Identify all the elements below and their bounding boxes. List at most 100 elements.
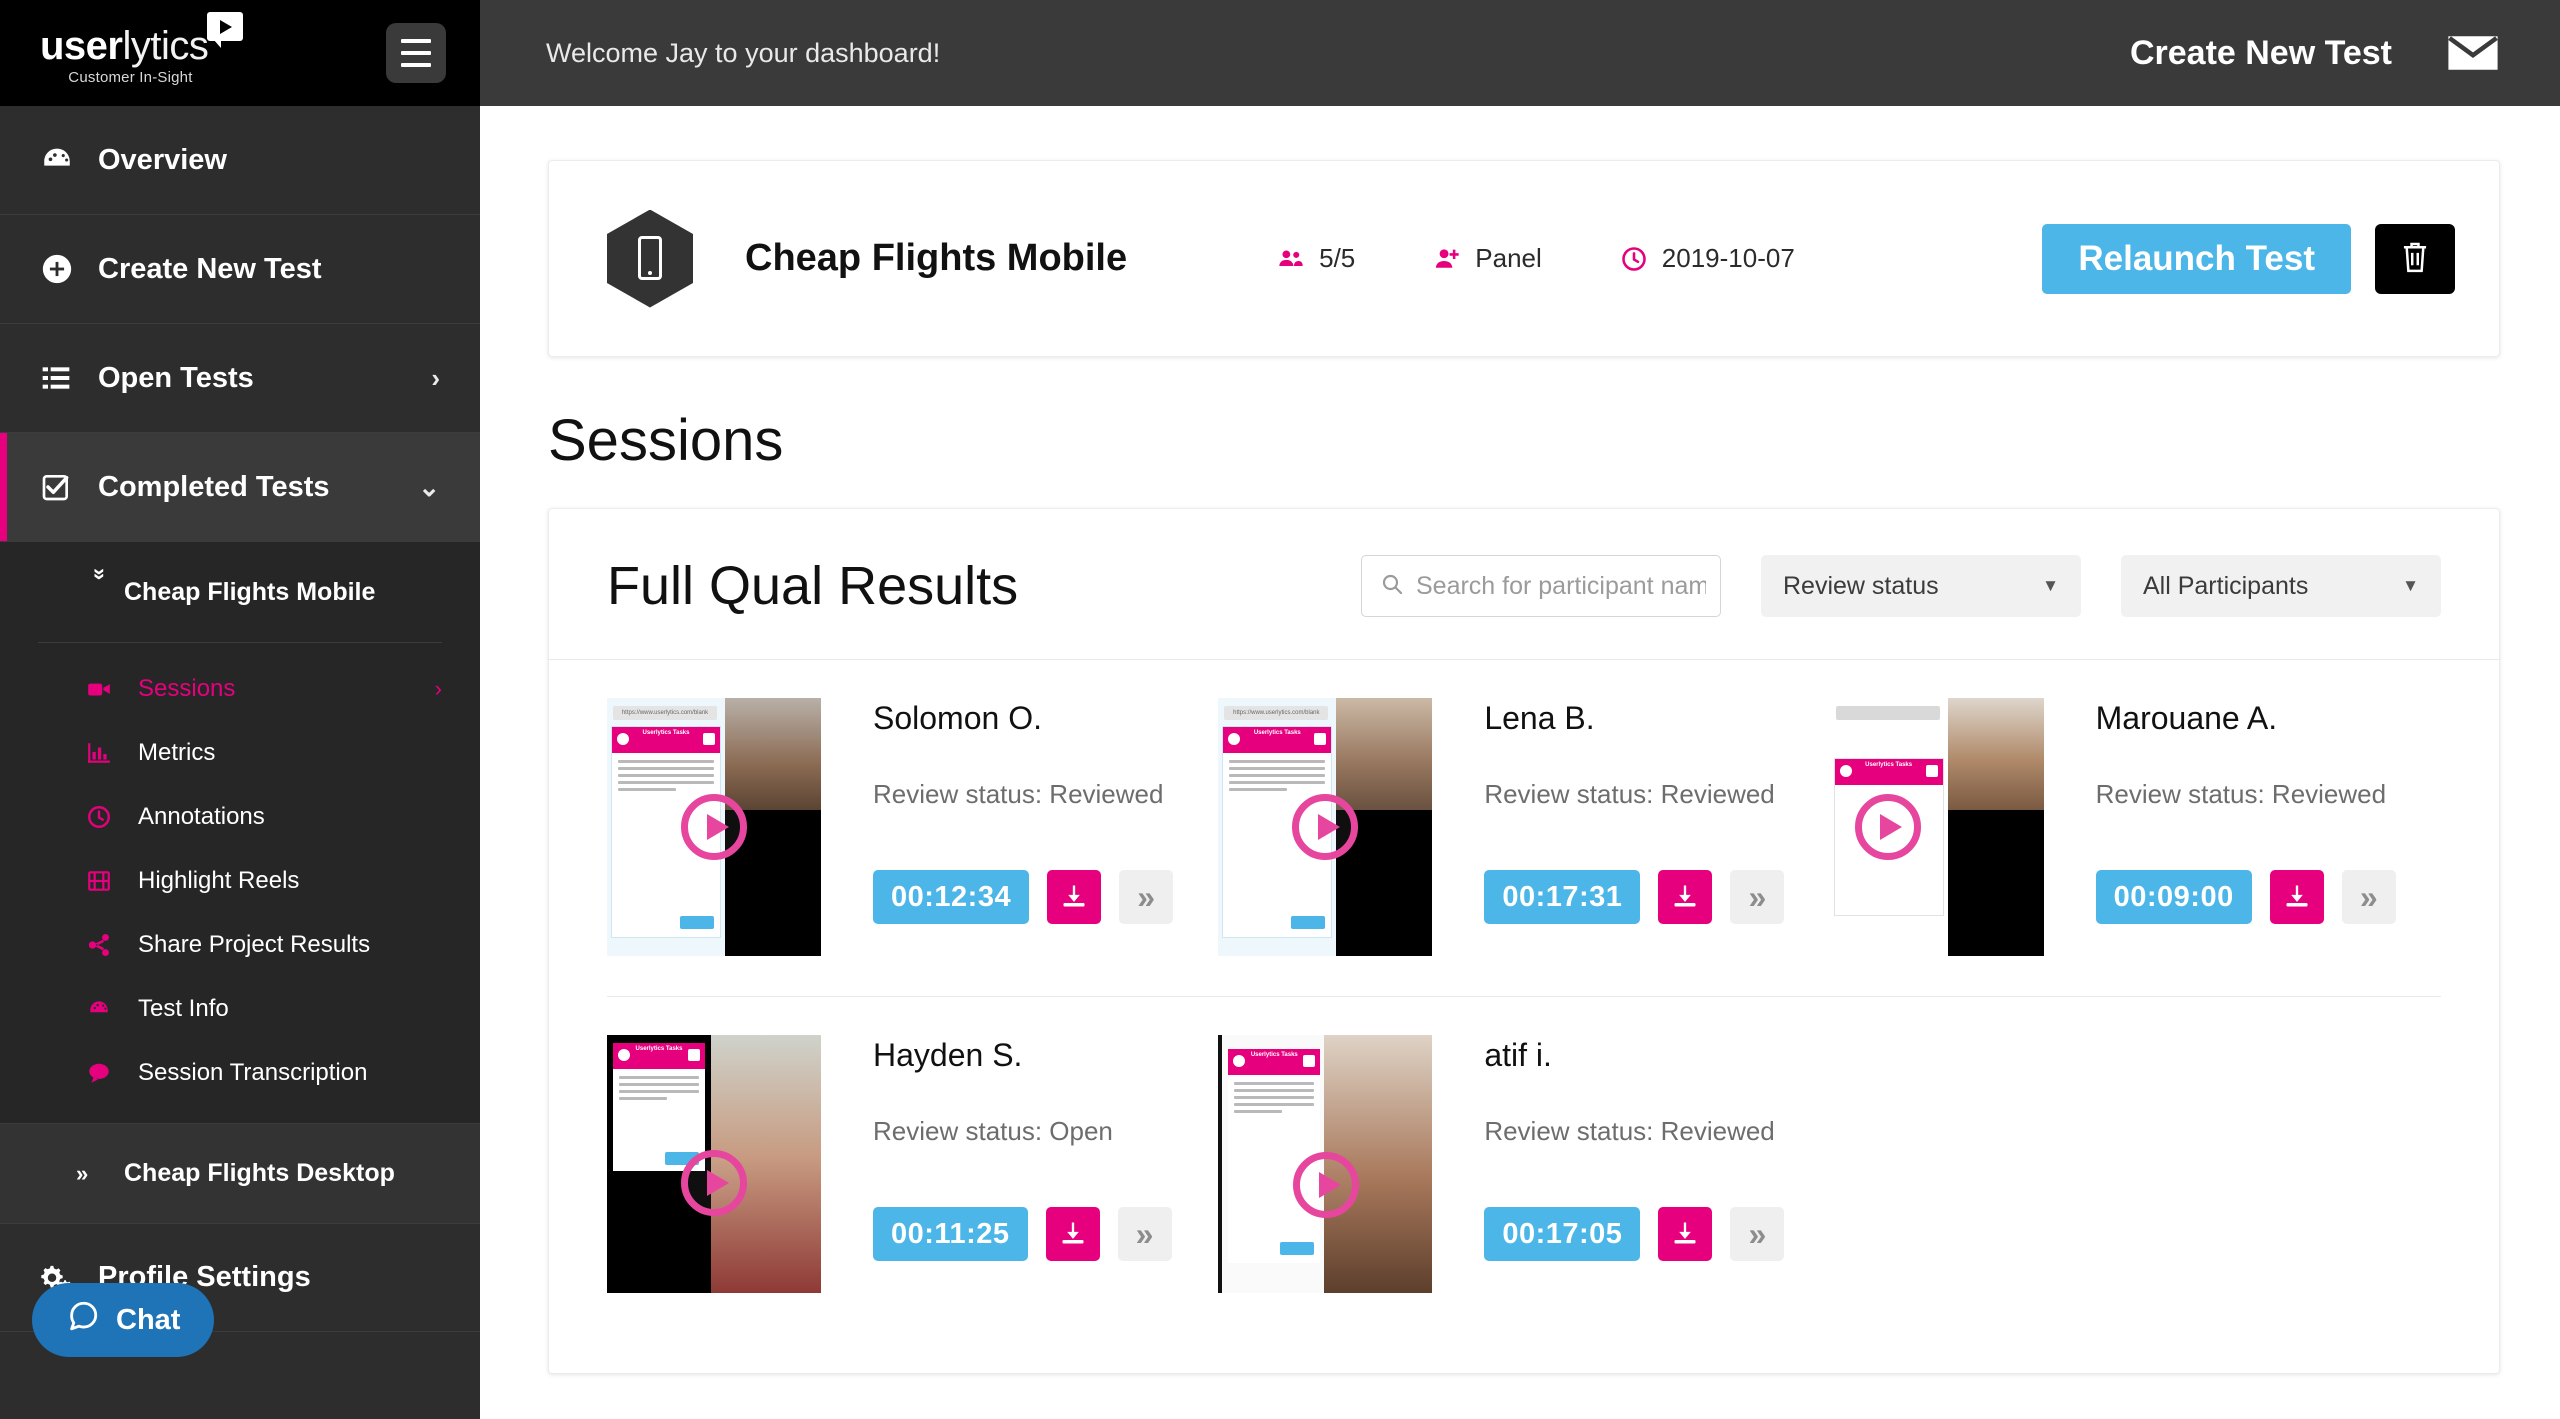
- download-button[interactable]: [1658, 870, 1713, 924]
- sidebar-item-test-info[interactable]: Test Info: [38, 977, 442, 1041]
- sidebar-item-label: Create New Test: [98, 252, 322, 285]
- session-thumbnail[interactable]: Userlytics Tasks: [1829, 698, 2044, 956]
- review-status: Review status: Reviewed: [1484, 779, 1775, 809]
- download-button[interactable]: [1658, 1207, 1713, 1261]
- participant-name: Marouane A.: [2095, 700, 2278, 736]
- session-actions: 00:09:00 »: [2095, 870, 2396, 924]
- sidebar-project-cheap-flights-mobile[interactable]: » Cheap Flights Mobile: [0, 542, 480, 642]
- participant-name: atif i.: [1484, 1037, 1552, 1073]
- source-meta: Panel: [1433, 243, 1542, 274]
- sidebar-project-label: Cheap Flights Mobile: [124, 577, 376, 606]
- sidebar-sub-list: Sessions › Metrics Annotations Highlight…: [38, 642, 442, 1123]
- sidebar-item-overview[interactable]: Overview: [0, 106, 480, 215]
- expand-session-button[interactable]: »: [1119, 870, 1174, 924]
- logo-wordmark: userlytics™: [40, 26, 221, 66]
- expand-session-button[interactable]: »: [1117, 1207, 1172, 1261]
- review-status-filter[interactable]: Review status ▼: [1761, 555, 2081, 617]
- session-info: atif i. Review status: Reviewed 00:17:05…: [1432, 1035, 1785, 1293]
- chevron-double-down-icon: »: [88, 568, 113, 581]
- session-info: Marouane A. Review status: Reviewed 00:0…: [2044, 698, 2396, 956]
- play-icon[interactable]: [681, 1150, 747, 1216]
- results-filters: Review status ▼ All Participants ▼: [1361, 555, 2441, 617]
- sidebar-item-open-tests[interactable]: Open Tests ›: [0, 324, 480, 433]
- chevron-double-right-icon: »: [1135, 1215, 1154, 1252]
- userlytics-logo[interactable]: userlytics™ Customer In-Sight: [40, 12, 243, 86]
- create-new-test-link[interactable]: Create New Test: [2130, 34, 2392, 73]
- sidebar-sub-label: Share Project Results: [138, 931, 371, 958]
- session-thumbnail[interactable]: https://www.userlytics.com/blank Userlyt…: [1218, 698, 1433, 956]
- review-status: Review status: Reviewed: [873, 779, 1164, 809]
- expand-session-button[interactable]: »: [1730, 870, 1785, 924]
- expand-session-button[interactable]: »: [1730, 1207, 1785, 1261]
- test-summary-card: Cheap Flights Mobile 5/5 Panel 2019-10-0…: [548, 160, 2500, 357]
- sidebar-item-metrics[interactable]: Metrics: [38, 721, 442, 785]
- sidebar-item-annotations[interactable]: Annotations: [38, 785, 442, 849]
- test-title: Cheap Flights Mobile: [745, 237, 1128, 279]
- session-actions: 00:12:34 »: [873, 870, 1174, 924]
- sidebar-item-completed-tests[interactable]: Completed Tests ⌄: [0, 433, 480, 542]
- source-value: Panel: [1475, 243, 1542, 273]
- participants-meta: 5/5: [1277, 243, 1355, 274]
- chat-label: Chat: [116, 1303, 181, 1336]
- participants-filter-value: All Participants: [2143, 571, 2309, 600]
- play-icon[interactable]: [1293, 1152, 1360, 1218]
- sidebar-sub-label: Annotations: [138, 803, 265, 830]
- thumb-url-bar: [1835, 706, 1940, 720]
- search-box[interactable]: [1361, 555, 1721, 617]
- session-thumbnail[interactable]: Userlytics Tasks: [1218, 1035, 1433, 1293]
- play-icon[interactable]: [1292, 794, 1359, 860]
- expand-session-button[interactable]: »: [2341, 870, 2396, 924]
- results-header: Full Qual Results Review status ▼: [549, 509, 2499, 660]
- test-meta-group: 5/5 Panel 2019-10-07: [1277, 243, 1795, 274]
- clock-icon: [1620, 245, 1648, 273]
- download-button[interactable]: [2269, 870, 2324, 924]
- session-actions: 00:17:05 »: [1484, 1207, 1785, 1261]
- participant-name: Hayden S.: [873, 1037, 1023, 1073]
- play-icon[interactable]: [681, 794, 747, 860]
- download-icon: [1060, 882, 1088, 913]
- hamburger-icon[interactable]: [386, 23, 446, 83]
- play-icon[interactable]: [1854, 794, 1921, 860]
- logo-tagline: Customer In-Sight: [68, 69, 193, 86]
- download-button[interactable]: [1045, 1207, 1100, 1261]
- chat-widget-button[interactable]: Chat: [32, 1283, 215, 1357]
- chevron-right-icon: ›: [434, 676, 442, 701]
- chevron-double-right-icon: »: [76, 1160, 89, 1186]
- chevron-down-icon: ⌄: [418, 471, 440, 502]
- review-status: Review status: Open: [873, 1116, 1113, 1146]
- results-card: Full Qual Results Review status ▼: [548, 508, 2500, 1374]
- sidebar-item-label: Overview: [98, 143, 227, 176]
- session-thumbnail[interactable]: Userlytics Tasks: [607, 1035, 821, 1293]
- chevron-double-right-icon: »: [1137, 878, 1155, 915]
- sidebar-item-session-transcription[interactable]: Session Transcription: [38, 1041, 442, 1105]
- speech-bubble-icon: [86, 1060, 138, 1086]
- sidebar-item-share-project-results[interactable]: Share Project Results: [38, 913, 442, 977]
- session-thumbnail[interactable]: https://www.userlytics.com/blank Userlyt…: [607, 698, 821, 956]
- search-input[interactable]: [1416, 571, 1706, 601]
- session-card: Userlytics Tasks Marouane A. Review stat…: [1829, 660, 2441, 996]
- sidebar-project-cheap-flights-desktop[interactable]: » Cheap Flights Desktop: [0, 1123, 480, 1223]
- checkbox-checked-icon: [40, 471, 98, 503]
- main-content: Cheap Flights Mobile 5/5 Panel 2019-10-0…: [480, 106, 2560, 1419]
- sidebar-sub-label: Highlight Reels: [138, 867, 300, 894]
- download-button[interactable]: [1047, 870, 1102, 924]
- sidebar-item-label: Completed Tests: [98, 470, 330, 503]
- envelope-icon[interactable]: [2446, 34, 2500, 72]
- test-card-actions: Relaunch Test: [2042, 223, 2455, 294]
- delete-test-button[interactable]: [2375, 223, 2455, 294]
- sessions-grid: https://www.userlytics.com/blank Userlyt…: [549, 660, 2499, 1333]
- results-title: Full Qual Results: [607, 556, 1019, 616]
- session-row: Userlytics Tasks Hayden S. Review status…: [607, 997, 2441, 1333]
- participants-filter[interactable]: All Participants ▼: [2121, 555, 2441, 617]
- sidebar-item-sessions[interactable]: Sessions ›: [38, 657, 442, 721]
- thumb-url-bar: https://www.userlytics.com/blank: [1224, 706, 1329, 720]
- sidebar-item-create-new-test[interactable]: Create New Test: [0, 215, 480, 324]
- sidebar-item-highlight-reels[interactable]: Highlight Reels: [38, 849, 442, 913]
- relaunch-test-button[interactable]: Relaunch Test: [2042, 223, 2351, 294]
- download-icon: [1059, 1219, 1087, 1250]
- session-card: https://www.userlytics.com/blank Userlyt…: [1218, 660, 1829, 996]
- session-row: https://www.userlytics.com/blank Userlyt…: [607, 660, 2441, 997]
- dashboard-gauge-icon: [40, 143, 98, 177]
- review-status-filter-value: Review status: [1783, 571, 1939, 600]
- clock-icon: [86, 804, 138, 830]
